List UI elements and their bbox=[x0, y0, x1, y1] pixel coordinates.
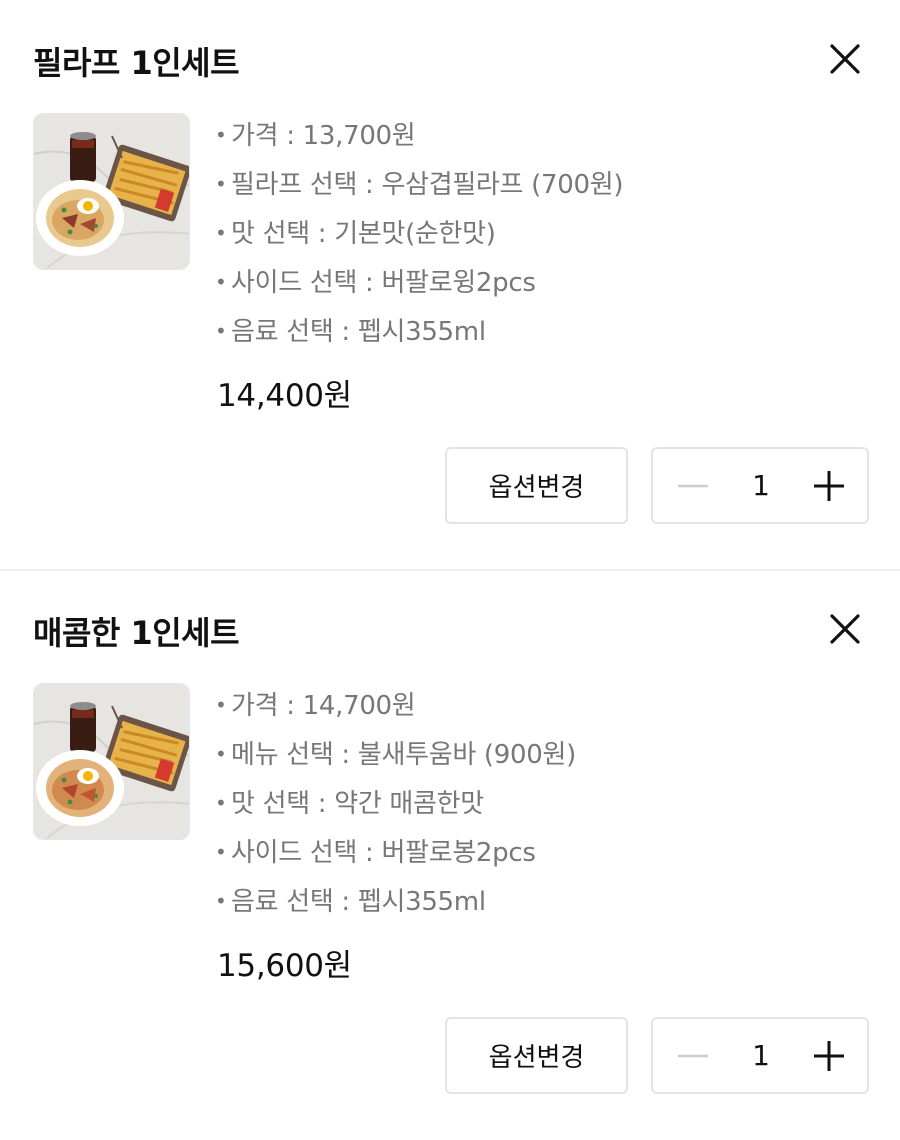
option-line: • 사이드 선택 : 버팔로윙2pcs bbox=[215, 268, 536, 298]
quantity-stepper: 1 bbox=[651, 1017, 869, 1094]
close-icon bbox=[830, 614, 860, 644]
remove-item-button[interactable] bbox=[826, 40, 864, 78]
option-line: • 필라프 선택 : 우삼겹필라프 (700원) bbox=[215, 170, 624, 200]
decrease-quantity-button[interactable] bbox=[675, 1038, 711, 1074]
plus-icon bbox=[814, 471, 844, 501]
option-line: • 음료 선택 : 펩시355ml bbox=[215, 317, 486, 347]
option-line: • 가격 : 13,700원 bbox=[215, 121, 416, 151]
option-line: • 메뉴 선택 : 불새투움바 (900원) bbox=[215, 740, 576, 770]
quantity-value: 1 bbox=[752, 1039, 770, 1072]
option-line: • 음료 선택 : 펩시355ml bbox=[215, 887, 486, 917]
quantity-value: 1 bbox=[752, 469, 770, 502]
option-list: • 가격 : 14,700원 • 메뉴 선택 : 불새투움바 (900원) • 맛 선… bbox=[215, 684, 576, 929]
plus-icon bbox=[814, 1041, 844, 1071]
minus-icon bbox=[678, 1054, 708, 1058]
increase-quantity-button[interactable] bbox=[811, 468, 847, 504]
quantity-stepper: 1 bbox=[651, 447, 869, 524]
item-title: 매콤한 1인세트 bbox=[33, 614, 240, 652]
option-line: • 사이드 선택 : 버팔로봉2pcs bbox=[215, 838, 536, 868]
option-list: • 가격 : 13,700원 • 필라프 선택 : 우삼겹필라프 (700원) • 맛… bbox=[215, 114, 623, 359]
cart-item: 필라프 1인세트 • 가격: 13,700원 • 필라프 선택: 우삼겹필라… bbox=[0, 0, 900, 571]
item-title: 필라프 1인세트 bbox=[33, 44, 240, 82]
minus-icon bbox=[678, 484, 708, 488]
cart-item: 매콤한 1인세트 • 가격: 14,700원 • 메뉴 선택: 불새투움바 … bbox=[0, 570, 900, 1140]
option-line: • 가격 : 14,700원 bbox=[215, 691, 416, 721]
option-line: • 맛 선택 : 약간 매콤한맛 bbox=[215, 789, 484, 819]
product-thumbnail bbox=[33, 113, 190, 270]
increase-quantity-button[interactable] bbox=[811, 1038, 847, 1074]
remove-item-button[interactable] bbox=[826, 610, 864, 648]
item-price: 14,400원 bbox=[217, 378, 352, 414]
change-option-button[interactable]: 옵션변경 bbox=[445, 1017, 628, 1094]
product-thumbnail bbox=[33, 683, 190, 840]
close-icon bbox=[830, 44, 860, 74]
option-line: • 맛 선택 : 기본맛(순한맛) bbox=[215, 219, 496, 249]
item-price: 15,600원 bbox=[217, 948, 352, 984]
change-option-button[interactable]: 옵션변경 bbox=[445, 447, 628, 524]
decrease-quantity-button[interactable] bbox=[675, 468, 711, 504]
